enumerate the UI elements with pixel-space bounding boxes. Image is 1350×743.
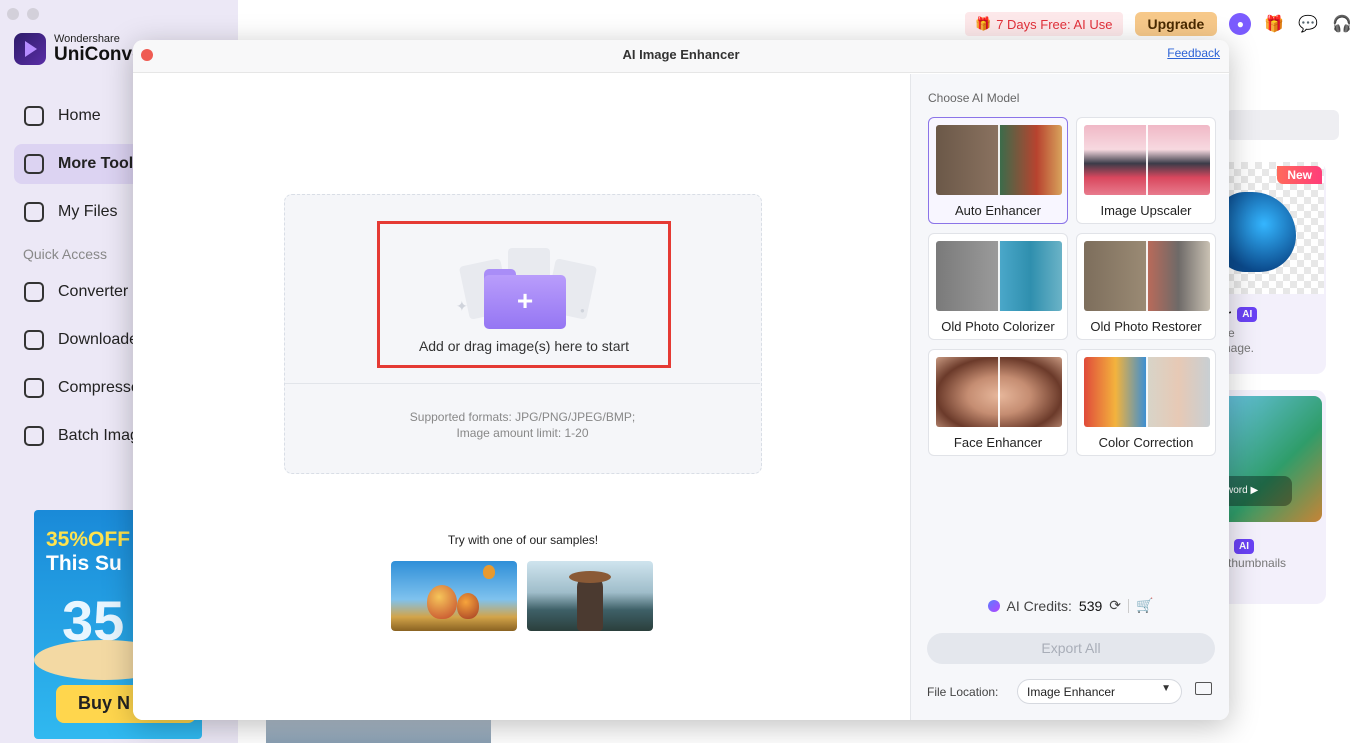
cart-icon[interactable]: 🛒 — [1136, 597, 1153, 614]
model-card-old-photo-colorizer[interactable]: Old Photo Colorizer — [928, 233, 1068, 340]
model-card-old-photo-restorer[interactable]: Old Photo Restorer — [1076, 233, 1216, 340]
ai-badge: AI — [1237, 306, 1258, 322]
download-icon — [24, 330, 44, 350]
brand-product: UniConve — [54, 44, 143, 65]
play-chip: word ▶ — [1220, 476, 1292, 506]
ai-badge: AI — [1234, 539, 1254, 554]
sidebar-item-label: My Files — [58, 203, 118, 220]
minimize-window-button[interactable] — [27, 8, 39, 20]
divider — [1128, 598, 1129, 613]
model-name: Color Correction — [1098, 435, 1194, 450]
person-silhouette — [577, 575, 603, 631]
gift-box-icon[interactable]: 🎁 — [1263, 13, 1285, 35]
formats-line: Supported formats: JPG/PNG/JPEG/BMP; — [409, 410, 636, 424]
top-toolbar: 🎁 7 Days Free: AI Use Upgrade ● 🎁 💬 🎧 — [965, 12, 1350, 36]
sidebar-item-label: More Tool — [58, 155, 134, 172]
choose-model-heading: Choose AI Model — [928, 91, 1020, 105]
compress-icon — [24, 378, 44, 398]
background-search-bar[interactable] — [1226, 110, 1339, 140]
model-name: Image Upscaler — [1100, 203, 1192, 218]
sparkle-icon: ● — [580, 306, 585, 315]
toolbox-icon — [24, 154, 44, 174]
window-controls — [7, 8, 39, 20]
model-name: Auto Enhancer — [954, 203, 1041, 218]
sidebar-item-label: Downloade — [58, 331, 139, 348]
balloon-shape — [457, 593, 479, 619]
ai-image-enhancer-dialog: AI Image Enhancer Feedback ✦ ● + Add or … — [133, 40, 1229, 720]
supported-formats-text: Supported formats: JPG/PNG/JPEG/BMP; Ima… — [285, 409, 760, 441]
model-pane: Choose AI Model Auto Enhancer Image Upsc… — [910, 74, 1229, 720]
add-folder-icon[interactable]: + — [484, 269, 566, 329]
sidebar-item-label: Home — [58, 107, 101, 124]
upload-pane: ✦ ● + Add or drag image(s) here to start… — [133, 74, 910, 720]
upgrade-button[interactable]: Upgrade — [1134, 12, 1218, 36]
model-card-image-upscaler[interactable]: Image Upscaler — [1076, 117, 1216, 224]
model-name: Old Photo Colorizer — [941, 319, 1055, 334]
play-chip-text: word — [1226, 485, 1248, 496]
sidebar-item-label: Converter — [58, 283, 129, 300]
old-photo-colorizer-thumbnail — [936, 241, 1062, 311]
tool-card-title: AI — [1234, 536, 1254, 554]
credits-label: AI Credits: — [1006, 597, 1072, 614]
headset-icon[interactable]: 🎧 — [1331, 13, 1350, 35]
quick-access-heading: Quick Access — [23, 246, 108, 262]
dialog-title: AI Image Enhancer — [622, 47, 740, 62]
sidebar-item-label: Batch Imag — [58, 427, 139, 444]
dropzone-instruction: Add or drag image(s) here to start — [418, 338, 630, 354]
files-icon — [24, 202, 44, 222]
promo-subtitle: This Su — [46, 552, 122, 575]
face-enhancer-thumbnail — [936, 357, 1062, 427]
limit-line: Image amount limit: 1-20 — [456, 426, 589, 440]
uniconverter-logo-icon — [14, 33, 46, 65]
balloon-shape — [427, 585, 457, 619]
credits-value: 539 — [1078, 597, 1103, 614]
samples-heading: Try with one of our samples! — [447, 533, 599, 547]
model-card-auto-enhancer[interactable]: Auto Enhancer — [928, 117, 1068, 224]
color-correction-thumbnail — [1084, 357, 1210, 427]
batch-image-icon — [24, 426, 44, 446]
brand: Wondershare UniConve — [14, 33, 143, 65]
export-all-button[interactable]: Export All — [927, 633, 1215, 664]
feedback-link[interactable]: Feedback — [1167, 46, 1220, 60]
file-location-select[interactable]: Image Enhancer ▼ — [1017, 679, 1182, 704]
balloon-shape — [483, 565, 495, 579]
new-badge: New — [1277, 166, 1322, 184]
plus-icon: + — [484, 275, 566, 329]
file-location-value: Image Enhancer — [1027, 685, 1116, 699]
open-folder-icon[interactable] — [1195, 682, 1212, 695]
highlight-box[interactable]: ✦ ● + Add or drag image(s) here to start — [377, 221, 671, 368]
sidebar-item-label: Compresse — [58, 379, 140, 396]
sample-image-balloons[interactable] — [391, 561, 517, 631]
close-window-button[interactable] — [7, 8, 19, 20]
free-trial-label: 7 Days Free: AI Use — [996, 16, 1113, 32]
gift-icon: 🎁 — [975, 16, 992, 31]
model-card-face-enhancer[interactable]: Face Enhancer — [928, 349, 1068, 456]
ai-credits-row: AI Credits: 539 ⟳ 🛒 — [911, 597, 1229, 614]
image-upscaler-thumbnail — [1084, 125, 1210, 195]
user-avatar-icon[interactable]: ● — [1229, 13, 1252, 35]
chevron-down-icon: ▼ — [1161, 683, 1171, 694]
model-name: Face Enhancer — [953, 435, 1043, 450]
converter-icon — [24, 282, 44, 302]
promo-discount: 35%OFF — [46, 528, 131, 551]
play-icon: ▶ — [1250, 485, 1259, 496]
chat-icon[interactable]: 💬 — [1297, 13, 1319, 35]
image-dropzone[interactable]: ✦ ● + Add or drag image(s) here to start… — [284, 194, 762, 474]
dropzone-upload-area[interactable]: ✦ ● + Add or drag image(s) here to start — [285, 195, 760, 384]
dialog-titlebar: AI Image Enhancer Feedback — [133, 40, 1229, 73]
file-location-label: File Location: — [927, 685, 999, 699]
refresh-icon[interactable]: ⟳ — [1109, 597, 1121, 614]
free-trial-chip[interactable]: 🎁 7 Days Free: AI Use — [965, 12, 1123, 36]
old-photo-restorer-thumbnail — [1084, 241, 1210, 311]
model-name: Old Photo Restorer — [1090, 319, 1202, 334]
credits-icon — [987, 599, 1000, 612]
auto-enhancer-thumbnail — [936, 125, 1062, 195]
home-icon — [24, 106, 44, 126]
hat-shape — [569, 571, 611, 583]
model-card-color-correction[interactable]: Color Correction — [1076, 349, 1216, 456]
sparkle-icon: ✦ — [456, 298, 468, 314]
sample-image-portrait[interactable] — [527, 561, 653, 631]
background-image-peek — [266, 716, 491, 743]
